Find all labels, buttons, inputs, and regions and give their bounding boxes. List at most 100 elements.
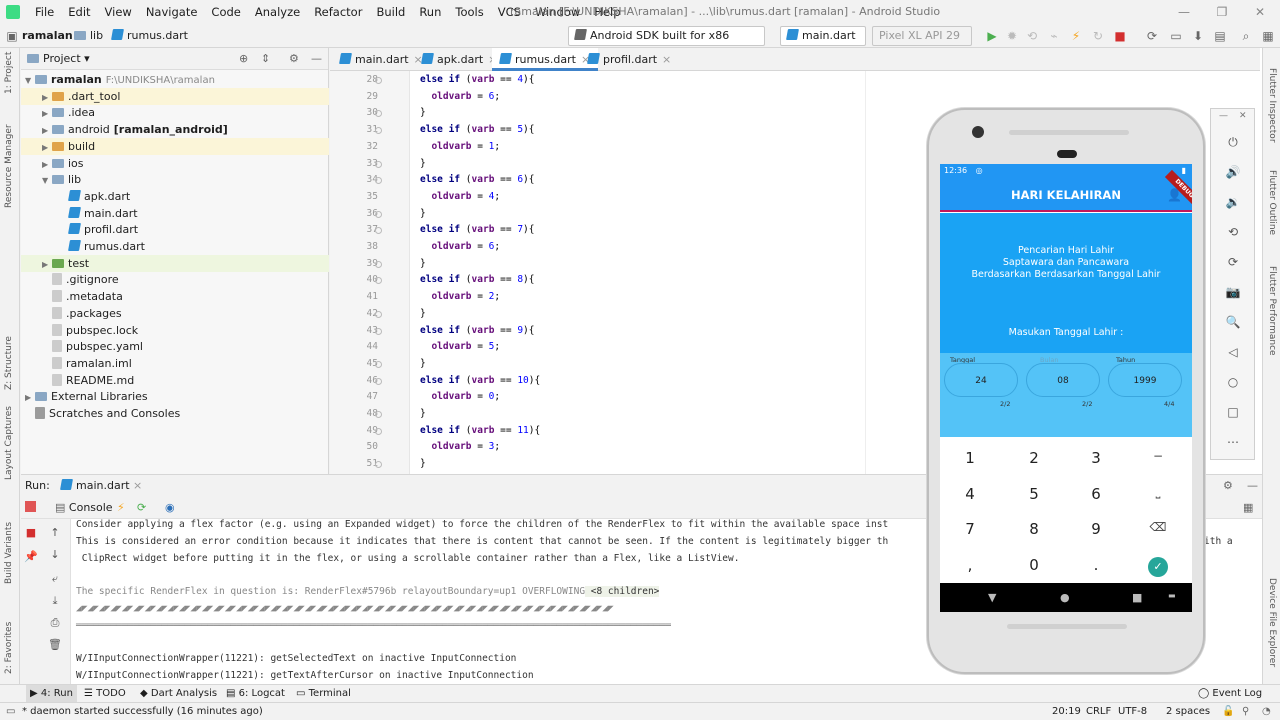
fold-marker-icon[interactable]: [375, 377, 382, 385]
fold-marker-icon[interactable]: [375, 360, 382, 368]
power-icon[interactable]: ⏻: [1224, 133, 1242, 151]
keypad-key[interactable]: 4: [940, 485, 1000, 503]
tree-item[interactable]: ▶ ios: [21, 155, 329, 172]
expand-down-icon[interactable]: ▼: [25, 72, 35, 89]
run-gear-icon[interactable]: ⚙: [1223, 475, 1233, 497]
keypad-key[interactable]: ⌫: [1128, 520, 1188, 534]
dart-analysis-button[interactable]: ◆ Dart Analysis: [140, 685, 217, 703]
keypad-key[interactable]: 1: [940, 449, 1000, 467]
sync-icon[interactable]: ⟳: [1144, 28, 1160, 44]
tree-item[interactable]: pubspec.lock: [21, 322, 329, 339]
tree-item[interactable]: README.md: [21, 372, 329, 389]
todo-tool-button[interactable]: ☰ TODO: [84, 685, 126, 703]
flutter-performance-tab[interactable]: Flutter Performance: [1267, 266, 1277, 356]
file-encoding[interactable]: UTF-8: [1118, 703, 1147, 720]
clear-icon[interactable]: 🗑: [47, 637, 63, 653]
fold-marker-icon[interactable]: [375, 227, 382, 235]
stop-side-icon[interactable]: ■: [23, 525, 39, 541]
menu-build[interactable]: Build: [369, 0, 412, 24]
keypad-key[interactable]: 0: [1004, 556, 1064, 574]
build-variants-tab[interactable]: Build Variants: [4, 522, 14, 584]
rotate-left-icon[interactable]: ⟲: [1224, 223, 1242, 241]
line-separator[interactable]: CRLF: [1086, 703, 1111, 720]
menu-navigate[interactable]: Navigate: [139, 0, 205, 24]
fold-marker-icon[interactable]: [375, 110, 382, 118]
done-key[interactable]: ✓: [1128, 556, 1188, 577]
git-icon[interactable]: ⚲: [1242, 703, 1249, 720]
keyboard-nav-icon[interactable]: ▬: [1168, 591, 1176, 600]
fold-marker-icon[interactable]: [375, 461, 382, 469]
fold-marker-icon[interactable]: [375, 260, 382, 268]
tree-item[interactable]: main.dart: [21, 205, 329, 222]
pin-icon[interactable]: 📌: [23, 549, 39, 565]
sdk-manager-icon[interactable]: ⬇: [1190, 28, 1206, 44]
resource-manager-tab[interactable]: Resource Manager: [4, 124, 14, 208]
volume-down-icon[interactable]: 🔉: [1224, 193, 1242, 211]
screenshot-icon[interactable]: 📷: [1224, 283, 1242, 301]
keypad-key[interactable]: 5: [1004, 485, 1064, 503]
scroll-up-icon[interactable]: ↑: [47, 525, 63, 541]
menu-view[interactable]: View: [98, 0, 139, 24]
home-icon[interactable]: ○: [1224, 373, 1242, 391]
keypad-key[interactable]: 2: [1004, 449, 1064, 467]
structure-tab[interactable]: Z: Structure: [4, 336, 14, 390]
hot-reload-icon[interactable]: ⚡: [1068, 28, 1084, 44]
expand-right-icon[interactable]: ▶: [42, 156, 52, 173]
menu-analyze[interactable]: Analyze: [248, 0, 307, 24]
keypad-key[interactable]: ⎵: [1128, 485, 1188, 500]
debug-icon[interactable]: ✹: [1004, 28, 1020, 44]
emulator-minimize-icon[interactable]: —: [1219, 111, 1228, 121]
rotate-right-icon[interactable]: ⟳: [1224, 253, 1242, 271]
stop-run-icon[interactable]: [25, 501, 36, 512]
run-config-tab[interactable]: main.dart ×: [60, 475, 142, 497]
device-screen[interactable]: 12:36 ◎ ▮ HARI KELAHIRAN 👤 DEBUG Pencari…: [940, 164, 1192, 612]
layout-captures-tab[interactable]: Layout Captures: [4, 406, 14, 480]
favorites-tab[interactable]: 2: Favorites: [4, 622, 14, 674]
profile-icon[interactable]: ⟲: [1024, 28, 1040, 44]
expand-right-icon[interactable]: ▶: [25, 389, 35, 406]
status-message[interactable]: * daemon started successfully (16 minute…: [22, 703, 263, 720]
expand-right-icon[interactable]: ▶: [42, 256, 52, 273]
overview-icon[interactable]: □: [1224, 403, 1242, 421]
menu-refactor[interactable]: Refactor: [307, 0, 369, 24]
day-input[interactable]: 24: [944, 363, 1018, 397]
search-icon[interactable]: ⌕: [1238, 28, 1254, 44]
logcat-button[interactable]: ▤ 6: Logcat: [226, 685, 285, 703]
scroll-down-icon[interactable]: ↓: [47, 547, 63, 563]
fold-marker-icon[interactable]: [375, 77, 382, 84]
tree-item[interactable]: rumus.dart: [21, 238, 329, 255]
month-input[interactable]: 08: [1026, 363, 1100, 397]
expand-down-icon[interactable]: ▼: [42, 172, 52, 189]
print-icon[interactable]: ⎙: [47, 615, 63, 631]
fold-marker-icon[interactable]: [375, 210, 382, 218]
collapse-icon[interactable]: ⇕: [261, 48, 270, 70]
keypad-key[interactable]: ,: [940, 556, 1000, 574]
indent-setting[interactable]: 2 spaces: [1166, 703, 1210, 720]
tree-item[interactable]: ▶ build: [21, 137, 329, 155]
attach-icon[interactable]: ⌁: [1046, 28, 1062, 44]
menu-tools[interactable]: Tools: [448, 0, 490, 24]
terminal-button[interactable]: ▭ Terminal: [296, 685, 351, 703]
flutter-outline-tab[interactable]: Flutter Outline: [1267, 170, 1277, 235]
cursor-position[interactable]: 20:19: [1052, 703, 1081, 720]
tree-item[interactable]: ▶ External Libraries: [21, 388, 329, 405]
tree-item[interactable]: ▶ .dart_tool: [21, 87, 329, 105]
tree-item[interactable]: Scratches and Consoles: [21, 405, 329, 422]
hot-restart-icon[interactable]: ↻: [1090, 28, 1106, 44]
layout-inspector-icon[interactable]: ▤: [1212, 28, 1228, 44]
menu-code[interactable]: Code: [204, 0, 247, 24]
keypad-key[interactable]: 6: [1066, 485, 1126, 503]
expand-right-icon[interactable]: ▶: [42, 122, 52, 139]
fold-marker-icon[interactable]: [375, 177, 382, 185]
volume-up-icon[interactable]: 🔊: [1224, 163, 1242, 181]
year-input[interactable]: 1999: [1108, 363, 1182, 397]
tree-item[interactable]: ▶ .idea: [21, 104, 329, 121]
tree-item[interactable]: pubspec.yaml: [21, 338, 329, 355]
fold-marker-icon[interactable]: [375, 160, 382, 168]
more-icon[interactable]: ⋯: [1224, 433, 1242, 451]
fold-marker-icon[interactable]: [375, 411, 382, 418]
fold-marker-icon[interactable]: [375, 427, 382, 435]
hide-panel-icon[interactable]: —: [311, 48, 322, 70]
device-select[interactable]: Android SDK built for x86 (mobile) ▾: [568, 26, 765, 60]
menu-edit[interactable]: Edit: [61, 0, 97, 24]
